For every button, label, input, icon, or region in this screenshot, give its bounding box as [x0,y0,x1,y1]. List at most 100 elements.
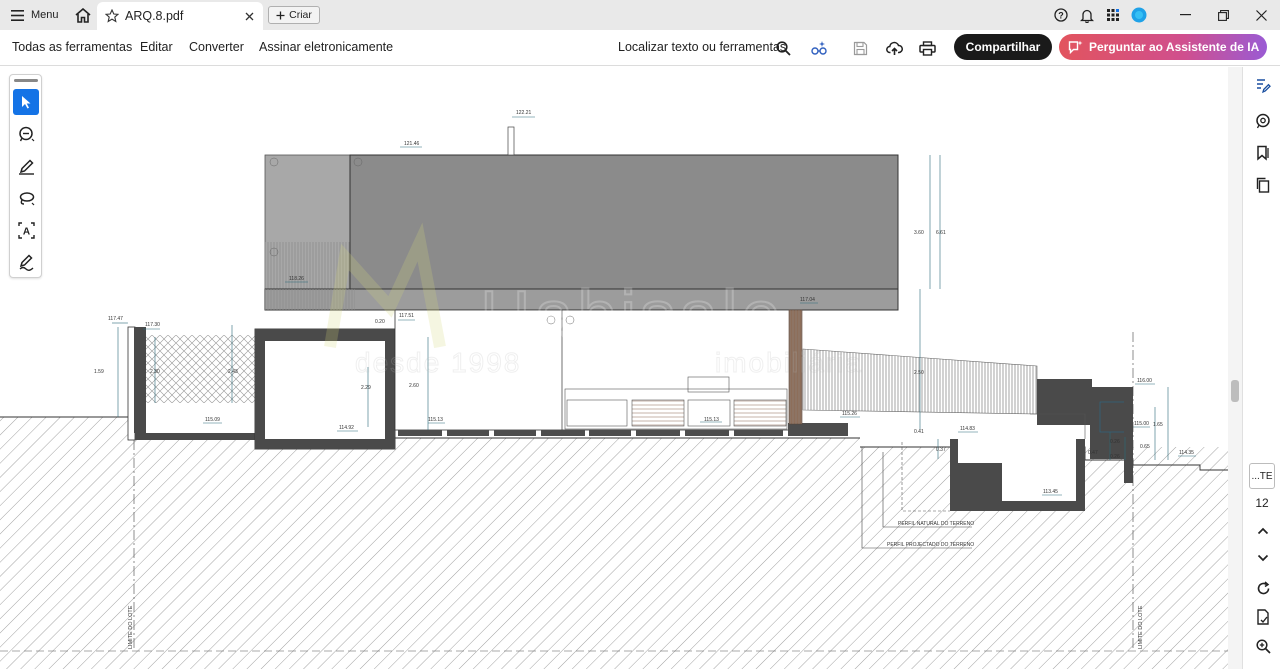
current-page-input[interactable]: ...TE [1249,463,1275,489]
level-roof-upper: 121.46 [404,141,420,147]
level-right-upper: 116.00 [1137,378,1152,384]
page-tools-button[interactable] [1252,606,1274,628]
create-button[interactable]: Criar [268,6,320,24]
cursor-arrow-icon [22,96,31,109]
dimension-value: 0.20 [375,319,385,325]
avatar[interactable] [1126,2,1152,28]
drag-handle[interactable] [14,79,38,82]
page-count: 12 [1255,496,1269,510]
main-toolbar: Todas as ferramentas Editar Converter As… [0,30,1280,66]
share-button[interactable]: Compartilhar [954,34,1052,60]
avatar-icon [1131,7,1147,23]
draw-tool[interactable] [13,185,39,211]
window-controls: ? [1048,0,1280,30]
refresh-icon [1257,580,1269,594]
cloud-upload-icon [885,41,903,55]
right-side-rail: ...TE 12 [1242,67,1280,669]
plus-icon [276,11,285,19]
notifications-button[interactable] [1074,2,1100,28]
zoom-in-icon [1255,638,1271,654]
search-icon [775,40,791,56]
right-block [1037,379,1092,425]
document-edit-icon [1257,79,1271,94]
level-terrace-right: 115.26 [842,411,857,417]
close-icon [245,12,253,20]
save-icon [853,41,867,55]
rotate-button[interactable] [1252,577,1274,599]
dimension-value: 0.47 [1088,450,1098,456]
sign-tool[interactable] [13,249,39,275]
sign-menu[interactable]: Assinar eletronicamente [259,40,393,54]
dimension-value: 2.29 [361,385,371,391]
document-canvas[interactable]: 122.21 121.46 118.26 117.47 117.30 117.5… [0,67,1228,669]
ai-assistant-icon [1068,40,1083,54]
svg-text:?: ? [1058,10,1064,20]
close-tab-button[interactable] [241,8,257,24]
lasso-icon [19,191,34,205]
dimension-value: 2.50 [914,370,924,376]
zoom-in-button[interactable] [1252,635,1274,657]
save-button[interactable] [848,36,872,60]
upload-cloud-button[interactable] [882,36,906,60]
dimension-value: 2.43 [228,369,238,375]
next-page-button[interactable] [1252,547,1274,569]
minimize-button[interactable] [1166,0,1204,30]
bookmarks-panel-button[interactable] [1252,142,1274,164]
level-right-low: 114.35 [1179,450,1194,456]
maximize-button[interactable] [1204,0,1242,30]
menu-button[interactable]: Menu [0,0,69,30]
scrollbar-thumb[interactable] [1231,380,1239,402]
vertical-scrollbar[interactable] [1228,67,1242,669]
select-tool[interactable] [13,89,39,115]
print-button[interactable] [915,36,939,60]
home-icon [75,7,91,23]
level-roof-top: 122.21 [516,110,532,116]
title-bar: Menu ARQ.8.pdf Criar ? [0,0,1280,30]
create-label: Criar [289,9,312,21]
level-floor-main-2: 115.13 [704,417,719,423]
minimize-icon [1179,14,1191,16]
chevron-up-icon [1257,527,1269,535]
previous-page-button[interactable] [1252,520,1274,542]
convert-menu[interactable]: Converter [189,40,244,54]
text-box-icon: A [17,221,35,239]
apps-grid-icon [1107,9,1119,21]
level-right-mid: 115.00 [1134,421,1149,427]
ai-sparkle-icon [810,41,827,55]
ai-assistant-button[interactable]: Perguntar ao Assistente de IA [1059,34,1267,60]
dimension-value: 0.37 [936,447,946,453]
comment-panel-icon [1256,113,1270,129]
roof-volume-main [349,154,899,290]
bell-icon [1080,9,1094,23]
lot-limit-right-label: LIMITE DO LOTE [1138,605,1144,649]
level-terrace: 118.26 [289,276,304,282]
lattice-screen [146,335,256,403]
pages-panel-button[interactable] [1252,174,1274,196]
pen-icon [18,158,34,175]
dimension-value: 6.61 [936,230,946,236]
search-button[interactable] [771,36,795,60]
watermark-since: desde 1998 [355,347,521,378]
close-window-button[interactable] [1242,0,1280,30]
text-tool[interactable]: A [13,217,39,243]
level-step-right: 114.83 [960,426,975,432]
ai-tool-button[interactable] [807,36,831,60]
document-tab[interactable]: ARQ.8.pdf [97,2,263,30]
comment-tool[interactable] [13,121,39,147]
level-mid-right: 117.51 [399,313,414,319]
svg-text:A: A [22,226,29,237]
comments-panel-button[interactable] [1252,110,1274,132]
home-button[interactable] [71,3,95,27]
highlight-tool[interactable] [13,153,39,179]
close-icon [1255,9,1267,21]
help-button[interactable]: ? [1048,2,1074,28]
level-floor-left: 115.09 [205,417,220,423]
edit-pdf-panel-button[interactable] [1252,75,1274,97]
apps-button[interactable] [1100,2,1126,28]
edit-menu[interactable]: Editar [140,40,173,54]
star-icon[interactable] [105,9,119,23]
search-tools-input[interactable]: Localizar texto ou ferramentas [618,40,786,54]
architectural-elevation-drawing: 122.21 121.46 118.26 117.47 117.30 117.5… [0,110,1228,669]
help-icon: ? [1054,8,1068,22]
all-tools-menu[interactable]: Todas as ferramentas [12,40,132,54]
